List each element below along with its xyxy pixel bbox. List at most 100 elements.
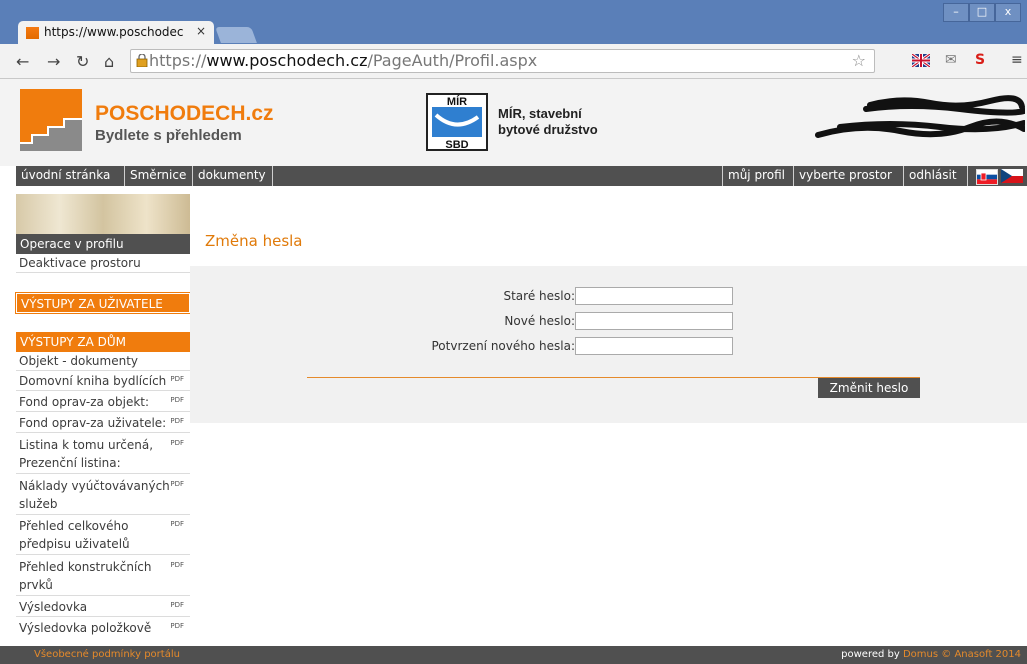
nav-my-profile[interactable]: můj profil (728, 168, 785, 182)
nav-divider (903, 166, 904, 186)
sidebar-link-house-book[interactable]: Domovní kniha bydlících PDF (16, 372, 188, 390)
change-password-button[interactable]: Změnit heslo (818, 378, 920, 398)
pdf-icon: PDF (170, 480, 184, 488)
pdf-icon: PDF (170, 396, 184, 404)
sidebar-divider (16, 272, 190, 273)
address-bar[interactable]: https://www.poschodech.cz/PageAuth/Profi… (130, 49, 875, 73)
close-window-button[interactable]: x (995, 3, 1021, 22)
nav-divider (722, 166, 723, 186)
brand-name[interactable]: POSCHODECH.cz (95, 102, 274, 126)
menu-icon[interactable]: ≡ (1011, 52, 1023, 68)
coop-name: MÍR, stavební bytové družstvo (498, 106, 598, 138)
sidebar-link-service-costs[interactable]: Náklady vyúčtovávaných služeb PDF (16, 477, 188, 513)
old-password-input[interactable] (575, 287, 733, 305)
sidebar-link-deactivate-space[interactable]: Deaktivace prostoru (16, 254, 188, 272)
sidebar-divider (16, 595, 190, 596)
sidebar-link-repair-fund-object[interactable]: Fond oprav-za objekt: PDF (16, 393, 188, 411)
lock-icon (136, 54, 148, 67)
nav-divider (124, 166, 125, 186)
browser-tabstrip: https://www.poschodec × – □ x (0, 0, 1027, 45)
sidebar-link-construction-elements[interactable]: Přehled konstrukčních prvků PDF (16, 558, 188, 594)
nav-divider (793, 166, 794, 186)
sidebar-profile-header[interactable]: Operace v profilu (16, 234, 190, 254)
url-text: https://www.poschodech.cz/PageAuth/Profi… (149, 51, 538, 70)
coop-logo-icon: MÍR SBD (426, 93, 488, 151)
sidebar-section-house-outputs[interactable]: VÝSTUPY ZA DŮM (16, 332, 190, 352)
nav-divider (967, 166, 968, 186)
czech-flag-icon[interactable] (1001, 169, 1023, 183)
forward-icon[interactable]: → (47, 52, 60, 71)
old-password-label: Staré heslo: (503, 289, 575, 303)
sidebar-link-attendance-list[interactable]: Listina k tomu určená, Prezenční listina:… (16, 436, 188, 472)
copyright: © Anasoft 2014 (941, 649, 1021, 660)
powered-by: powered by Domus © Anasoft 2014 (841, 649, 1021, 660)
home-icon[interactable]: ⌂ (104, 52, 114, 71)
terms-link[interactable]: Všeobecné podmínky portálu (34, 649, 180, 660)
extension-icon[interactable]: S (975, 52, 985, 68)
poschodech-logo-icon[interactable] (20, 89, 82, 151)
page-title: Změna hesla (205, 232, 303, 250)
pdf-icon: PDF (170, 622, 184, 630)
new-tab-button[interactable] (215, 27, 257, 43)
sidebar-section-user-outputs[interactable]: VÝSTUPY ZA UŽIVATELE (16, 293, 190, 313)
sidebar: Operace v profilu Deaktivace prostoru VÝ… (16, 194, 190, 646)
pdf-icon: PDF (170, 601, 184, 609)
new-password-label: Nové heslo: (504, 314, 575, 328)
sidebar-divider (16, 616, 190, 617)
nav-documents[interactable]: dokumenty (198, 168, 266, 182)
bookmark-star-icon[interactable]: ☆ (852, 51, 866, 70)
pdf-icon: PDF (170, 561, 184, 569)
slovak-flag-icon[interactable] (976, 169, 998, 185)
sidebar-link-total-prescription[interactable]: Přehled celkového předpisu uživatelů PDF (16, 517, 188, 553)
nav-logout[interactable]: odhlásit (909, 168, 957, 182)
sidebar-divider (16, 432, 190, 433)
sidebar-divider (16, 390, 190, 391)
main-content-header (190, 194, 1027, 266)
sidebar-divider (16, 554, 190, 555)
mail-icon[interactable]: ✉ (945, 52, 957, 68)
nav-divider (272, 166, 273, 186)
back-icon[interactable]: ← (16, 52, 29, 71)
uk-flag-icon[interactable] (912, 54, 930, 67)
sidebar-banner-image (16, 194, 190, 234)
minimize-button[interactable]: – (943, 3, 969, 22)
sidebar-link-object-documents[interactable]: Objekt - dokumenty (16, 352, 188, 370)
brand-tagline: Bydlete s přehledem (95, 127, 242, 144)
window-controls: – □ x (943, 3, 1021, 22)
pdf-icon: PDF (170, 439, 184, 447)
change-password-form: Staré heslo: Nové heslo: Potvrzení novéh… (307, 267, 920, 378)
redacted-user-info (815, 95, 1025, 138)
pdf-icon: PDF (170, 375, 184, 383)
nav-guidelines[interactable]: Směrnice (130, 168, 186, 182)
top-navigation: úvodní stránka Směrnice dokumenty můj pr… (16, 166, 1027, 186)
sidebar-divider (16, 411, 190, 412)
nav-divider (192, 166, 193, 186)
svg-text:MÍR: MÍR (447, 95, 467, 108)
footer: Všeobecné podmínky portálu powered by Do… (0, 646, 1027, 664)
sidebar-link-income-statement-items[interactable]: Výsledovka položkově PDF (16, 619, 188, 637)
coop-name-line1: MÍR, stavební (498, 106, 582, 121)
new-password-input[interactable] (575, 312, 733, 330)
pdf-icon: PDF (170, 520, 184, 528)
coop-name-line2: bytové družstvo (498, 122, 598, 137)
sidebar-link-income-statement[interactable]: Výsledovka PDF (16, 598, 188, 616)
reload-icon[interactable]: ↻ (76, 52, 89, 71)
sidebar-divider (16, 370, 190, 371)
sidebar-divider (16, 473, 190, 474)
site-header: POSCHODECH.cz Bydlete s přehledem MÍR SB… (0, 79, 1027, 166)
browser-tab[interactable]: https://www.poschodec × (18, 21, 214, 45)
svg-text:SBD: SBD (445, 139, 468, 151)
confirm-password-label: Potvrzení nového hesla: (431, 339, 576, 353)
nav-home[interactable]: úvodní stránka (21, 168, 110, 182)
sidebar-divider (16, 514, 190, 515)
confirm-password-input[interactable] (575, 337, 733, 355)
nav-select-space[interactable]: vyberte prostor (799, 168, 892, 182)
browser-toolbar: ← → ↻ ⌂ https://www.poschodech.cz/PageAu… (0, 44, 1027, 79)
maximize-button[interactable]: □ (969, 3, 995, 22)
tab-title: https://www.poschodec (44, 25, 184, 39)
domus-link[interactable]: Domus (903, 649, 938, 660)
tab-close-icon[interactable]: × (196, 24, 206, 38)
favicon-icon (26, 27, 39, 39)
sidebar-link-repair-fund-user[interactable]: Fond oprav-za uživatele: PDF (16, 414, 188, 432)
pdf-icon: PDF (170, 417, 184, 425)
